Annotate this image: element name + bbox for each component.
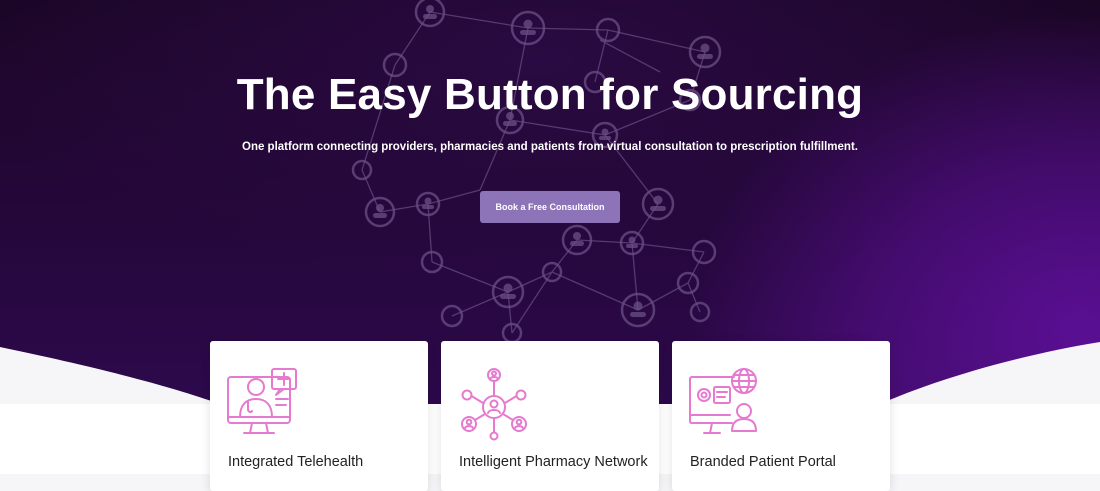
network-icon: [461, 368, 527, 441]
patient-portal-icon: [689, 368, 757, 434]
hero-title: The Easy Button for Sourcing: [236, 70, 864, 119]
hero-subtitle: One platform connecting providers, pharm…: [242, 141, 858, 153]
card-title-patient-portal: Branded Patient Portal: [690, 454, 836, 470]
feature-card-patient-portal[interactable]: Branded Patient Portal: [672, 341, 890, 491]
telehealth-icon: [227, 368, 297, 434]
card-title-telehealth: Integrated Telehealth: [228, 454, 364, 470]
feature-card-pharmacy-network[interactable]: Intelligent Pharmacy Network: [441, 341, 659, 491]
feature-card-telehealth[interactable]: Integrated Telehealth: [210, 341, 428, 491]
book-consultation-button[interactable]: Book a Free Consultation: [480, 191, 620, 223]
card-title-pharmacy-network: Intelligent Pharmacy Network: [459, 454, 648, 470]
